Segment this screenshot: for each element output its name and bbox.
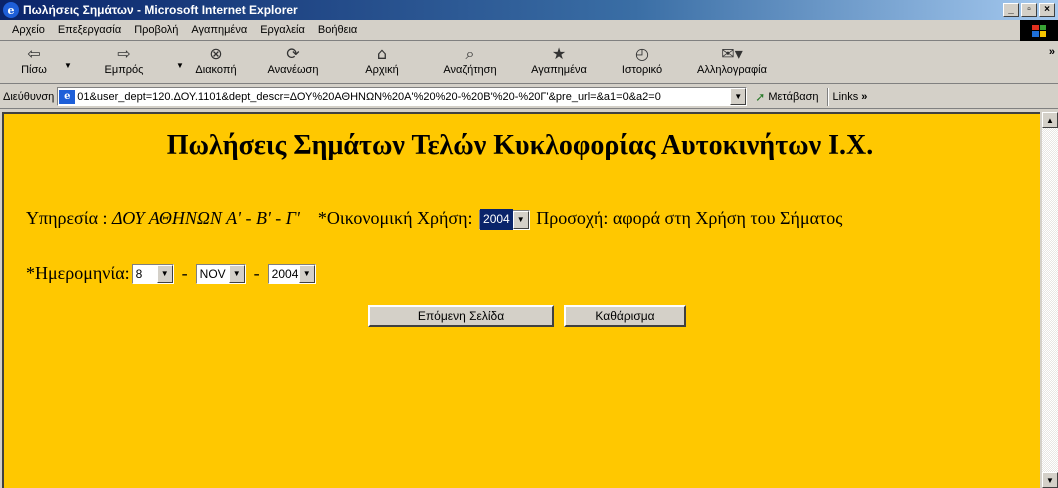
service-line: Υπηρεσία : ΔΟΥ ΑΘΗΝΩΝ Α' - Β' - Γ' *Οικο…: [26, 208, 1036, 231]
history-label: Ιστορικό: [621, 64, 663, 76]
mail-label: Αλληλογραφία: [697, 64, 767, 76]
toolbar: ⇦ Πίσω ▼ ⇨ Εμπρός ▼ ⊗ Διακοπή ⟳ Ανανέωση…: [0, 42, 1058, 84]
back-button[interactable]: ⇦ Πίσω: [6, 42, 62, 82]
address-url[interactable]: 01&user_dept=120.ΔΟΥ.1101&dept_descr=ΔΟΥ…: [77, 91, 730, 103]
favorites-icon: ★: [551, 44, 567, 63]
links-more-icon: »: [861, 90, 868, 103]
search-button[interactable]: ⌕ Αναζήτηση: [424, 42, 516, 82]
chevron-down-icon[interactable]: ▼: [228, 264, 245, 283]
month-select[interactable]: NOV ▼: [195, 263, 246, 284]
menu-file[interactable]: Αρχείο: [12, 24, 45, 36]
date-separator: -: [181, 263, 188, 283]
menu-favorites[interactable]: Αγαπημένα: [191, 24, 247, 36]
forward-dropdown[interactable]: ▼: [174, 42, 186, 82]
next-page-button[interactable]: Επόμενη Σελίδα: [368, 305, 554, 327]
stop-button[interactable]: ⊗ Διακοπή: [186, 42, 246, 82]
fiscal-year-note: Προσοχή: αφορά στη Χρήση του Σήματος: [536, 208, 843, 228]
minimize-button[interactable]: _: [1003, 3, 1019, 17]
forward-arrow-icon: ⇨: [117, 44, 131, 63]
vertical-scrollbar[interactable]: ▲ ▼: [1042, 112, 1058, 488]
links-label: Links: [832, 90, 859, 103]
links-separator: [826, 87, 829, 106]
windows-logo-icon: [1020, 20, 1058, 41]
maximize-button[interactable]: ▫: [1021, 3, 1037, 17]
ie-icon: e: [3, 2, 19, 18]
form-buttons: Επόμενη Σελίδα Καθάρισμα: [368, 305, 686, 327]
fiscal-year-label: *Οικονομική Χρήση:: [317, 208, 473, 228]
scroll-up-icon[interactable]: ▲: [1042, 112, 1058, 128]
toolbar-more-icon[interactable]: »: [1049, 46, 1055, 58]
clear-button[interactable]: Καθάρισμα: [564, 305, 686, 327]
window-title: Πωλήσεις Σημάτων - Microsoft Internet Ex…: [23, 3, 298, 17]
date-separator: -: [253, 263, 260, 283]
address-bar: Διεύθυνση e 01&user_dept=120.ΔΟΥ.1101&de…: [0, 85, 1058, 109]
chevron-down-icon[interactable]: ▼: [512, 210, 529, 229]
address-label: Διεύθυνση: [3, 90, 55, 103]
home-icon: ⌂: [376, 44, 388, 63]
links-button[interactable]: Links »: [833, 91, 868, 103]
favorites-label: Αγαπημένα: [531, 64, 587, 76]
service-value: ΔΟΥ ΑΘΗΝΩΝ Α' - Β' - Γ': [112, 208, 300, 228]
page-icon: e: [59, 89, 76, 104]
menu-bar: Αρχείο Επεξεργασία Προβολή Αγαπημένα Εργ…: [0, 20, 1058, 41]
stop-label: Διακοπή: [195, 64, 237, 76]
forward-button[interactable]: ⇨ Εμπρός: [74, 42, 174, 82]
home-button[interactable]: ⌂ Αρχική: [340, 42, 424, 82]
close-button[interactable]: ×: [1039, 3, 1055, 17]
page-title: Πωλήσεις Σημάτων Τελών Κυκλοφορίας Αυτοκ…: [166, 130, 874, 161]
refresh-label: Ανανέωση: [267, 64, 319, 76]
title-bar: e Πωλήσεις Σημάτων - Microsoft Internet …: [0, 0, 1058, 20]
stop-icon: ⊗: [209, 44, 223, 63]
menu-tools[interactable]: Εργαλεία: [260, 24, 305, 36]
forward-label: Εμπρός: [104, 64, 144, 76]
go-arrow-icon: ➚: [755, 89, 766, 104]
back-label: Πίσω: [21, 64, 47, 76]
search-label: Αναζήτηση: [443, 64, 497, 76]
browser-viewport: Πωλήσεις Σημάτων Τελών Κυκλοφορίας Αυτοκ…: [0, 110, 1058, 488]
service-label: Υπηρεσία :: [26, 208, 108, 228]
day-value: 8: [135, 266, 143, 281]
menu-edit[interactable]: Επεξεργασία: [58, 24, 121, 36]
go-button[interactable]: ➚ Μετάβαση: [755, 90, 818, 104]
refresh-button[interactable]: ⟳ Ανανέωση: [246, 42, 340, 82]
chevron-down-icon[interactable]: ▼: [156, 264, 173, 283]
history-button[interactable]: ◴ Ιστορικό: [602, 42, 682, 82]
date-line: *Ημερομηνία: 8 ▼ - NOV ▼ - 2004 ▼: [26, 263, 318, 284]
web-page: Πωλήσεις Σημάτων Τελών Κυκλοφορίας Αυτοκ…: [2, 112, 1040, 488]
day-select[interactable]: 8 ▼: [131, 263, 174, 284]
back-arrow-icon: ⇦: [27, 44, 41, 63]
refresh-icon: ⟳: [286, 44, 300, 63]
fiscal-year-select[interactable]: 2004 ▼: [479, 209, 530, 231]
home-label: Αρχική: [365, 64, 399, 76]
favorites-button[interactable]: ★ Αγαπημένα: [516, 42, 602, 82]
search-icon: ⌕: [465, 44, 475, 63]
scroll-down-icon[interactable]: ▼: [1042, 472, 1058, 488]
window-controls: _ ▫ ×: [1003, 3, 1055, 17]
go-label: Μετάβαση: [768, 90, 819, 103]
year-select[interactable]: 2004 ▼: [267, 263, 316, 284]
address-field[interactable]: e 01&user_dept=120.ΔΟΥ.1101&dept_descr=Δ…: [57, 87, 748, 106]
history-icon: ◴: [635, 44, 649, 63]
date-label: *Ημερομηνία:: [26, 263, 130, 283]
menu-view[interactable]: Προβολή: [134, 24, 178, 36]
chevron-down-icon[interactable]: ▼: [730, 88, 747, 105]
year-value: 2004: [271, 266, 299, 281]
mail-button[interactable]: ✉▾ Αλληλογραφία: [682, 42, 782, 82]
menu-help[interactable]: Βοήθεια: [318, 24, 357, 36]
back-dropdown[interactable]: ▼: [62, 42, 74, 82]
fiscal-year-value: 2004: [480, 209, 513, 231]
chevron-down-icon[interactable]: ▼: [298, 264, 315, 283]
month-value: NOV: [199, 266, 226, 281]
mail-icon: ✉▾: [721, 44, 743, 63]
